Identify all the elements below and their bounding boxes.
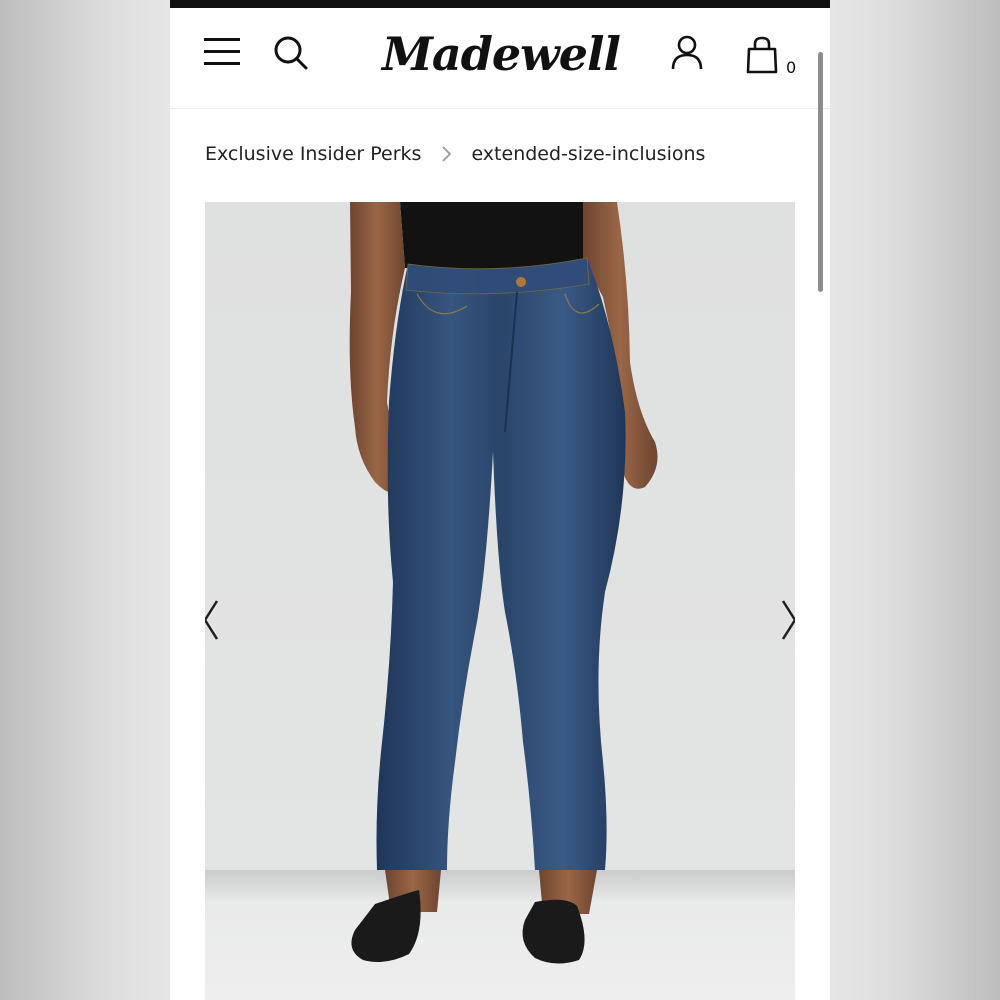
breadcrumb: Exclusive Insider Perks extended-size-in… (205, 140, 705, 168)
chevron-right-icon (442, 146, 452, 162)
status-bar (170, 0, 830, 8)
chevron-right-icon[interactable] (779, 597, 795, 643)
site-header: Madewell 0 (170, 8, 830, 109)
hamburger-menu-icon[interactable] (204, 35, 242, 69)
background-left (0, 0, 170, 1000)
mobile-page: Madewell 0 Exclusive Insider Perks exten… (170, 0, 830, 1000)
background-right (830, 0, 1000, 1000)
scrollbar[interactable] (818, 52, 823, 292)
breadcrumb-link-insider-perks[interactable]: Exclusive Insider Perks (205, 143, 421, 165)
breadcrumb-current[interactable]: extended-size-inclusions (471, 143, 705, 165)
bag-count-badge: 0 (786, 58, 797, 77)
search-icon[interactable] (273, 35, 309, 71)
brand-logo[interactable]: Madewell (382, 22, 621, 86)
product-image-carousel[interactable] (205, 202, 795, 1000)
product-image-jeans (349, 202, 658, 964)
chevron-left-icon[interactable] (205, 597, 221, 643)
user-account-icon[interactable] (669, 34, 705, 72)
shopping-bag-icon[interactable] (745, 35, 779, 75)
